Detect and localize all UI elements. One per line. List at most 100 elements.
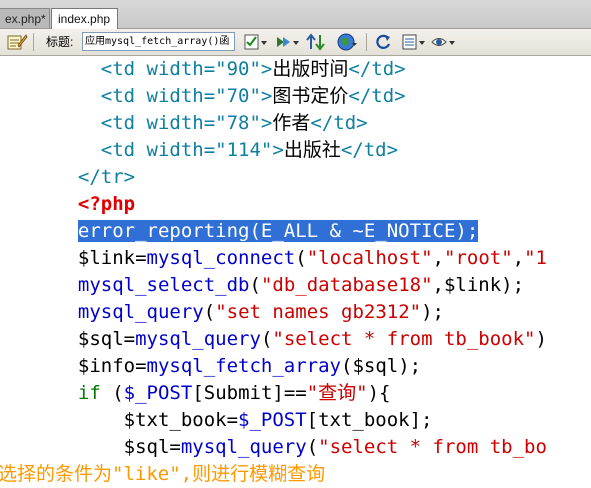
code-token: "select * from tb_bo	[318, 436, 547, 458]
code-line: 选择的条件为"like",则进行模糊查询	[0, 461, 325, 488]
code-token: <?php	[77, 193, 136, 215]
code-token: >	[260, 85, 273, 107]
preview-in-browser-icon[interactable]	[336, 32, 358, 52]
code-token: <td width=	[100, 58, 216, 80]
code-token: </td>	[310, 112, 368, 134]
code-token: ,$link);	[432, 274, 525, 296]
code-line: <td width="70">图书定价</td>	[55, 83, 406, 110]
code-line: <td width="78">作者</td>	[55, 110, 368, 137]
code-token: (	[260, 328, 273, 350]
code-token: "78"	[215, 112, 261, 134]
code-token: ($sql);	[341, 355, 422, 377]
code-token: (	[203, 301, 216, 323]
code-token: );	[421, 301, 444, 323]
code-token: $sql=	[77, 328, 136, 350]
code-token: "1	[524, 247, 547, 269]
code-token: mysql_connect	[146, 247, 296, 269]
code-token: $link=	[77, 247, 147, 269]
code-token: mysql_query	[180, 436, 307, 458]
code-token: >	[260, 58, 273, 80]
code-token: (	[306, 436, 319, 458]
title-label: 标题:	[46, 35, 74, 49]
code-token: (	[249, 274, 261, 296]
code-token: "db_database18"	[260, 274, 433, 296]
code-line: $sql=mysql_query("select * from tb_bo	[55, 434, 547, 461]
code-line: mysql_select_db("db_database18",$link);	[55, 272, 524, 299]
code-token: 作者	[272, 112, 311, 134]
code-token: >	[272, 139, 284, 161]
code-token: "70"	[215, 85, 261, 107]
code-token: mysql_query	[135, 328, 261, 350]
code-token: >	[260, 112, 273, 134]
code-token: $_POST	[123, 382, 193, 404]
code-line: <td width="90">出版时间</td>	[55, 56, 406, 83]
code-line: $txt_book=$_POST[txt_book];	[55, 407, 433, 434]
edit-page-icon[interactable]	[6, 32, 28, 52]
code-token: "select * from tb_book"	[272, 328, 536, 350]
validate-markup-icon[interactable]	[242, 32, 268, 52]
sync-arrows-icon[interactable]	[305, 32, 329, 52]
code-token: 出版社	[283, 139, 341, 161]
tab-ex-php[interactable]: ex.php*	[0, 8, 50, 28]
code-line: $sql=mysql_query("select * from tb_book"…	[55, 326, 547, 353]
code-token: $sql=	[123, 436, 181, 458]
code-token: "set names gb2312"	[215, 301, 422, 323]
document-tab-bar: ex.php* index.php	[0, 0, 591, 29]
code-token: [Submit]==	[192, 382, 307, 404]
code-token: ,	[432, 247, 444, 269]
code-line: $info=mysql_fetch_array($sql);	[55, 353, 421, 380]
tab-index-php[interactable]: index.php	[51, 8, 118, 29]
page-title-input[interactable]: 应用mysql_fetch_array()函	[82, 32, 235, 51]
file-management-icon[interactable]	[274, 32, 300, 52]
visual-aids-icon[interactable]	[430, 32, 456, 52]
code-line: if ($_POST[Submit]=="查询"){	[55, 380, 391, 407]
code-line: <?php	[55, 191, 135, 218]
document-toolbar: 标题: 应用mysql_fetch_array()函	[0, 29, 591, 56]
code-token: </td>	[348, 85, 406, 107]
refresh-icon[interactable]	[373, 32, 393, 52]
code-line: mysql_query("set names gb2312");	[55, 299, 444, 326]
code-token: (	[112, 382, 124, 404]
code-token: </tr>	[77, 166, 136, 188]
code-token: if	[77, 382, 113, 404]
toolbar-separator	[33, 33, 34, 51]
code-token: $info=	[77, 355, 147, 377]
code-line: $link=mysql_connect("localhost","root","…	[55, 245, 547, 272]
code-token: mysql_select_db	[77, 274, 250, 296]
code-token: )	[535, 328, 547, 350]
code-token: "查询"	[306, 382, 368, 404]
code-token: 出版时间	[272, 58, 349, 80]
code-token: </td>	[348, 58, 406, 80]
code-token: <td width=	[100, 139, 216, 161]
code-editor[interactable]: <td width="90">出版时间</td> <td width="70">…	[0, 56, 591, 488]
code-line: <td width="114">出版社</td>	[55, 137, 398, 164]
code-token: 选择的条件为"like",则进行模糊查询	[0, 463, 326, 485]
selected-code-text: error_reporting(E_ALL & ~E_NOTICE);	[77, 220, 479, 242]
code-token: mysql_fetch_array	[146, 355, 341, 377]
code-line: </tr>	[55, 164, 135, 191]
code-token: ){	[367, 382, 391, 404]
code-token: "114"	[215, 139, 273, 161]
code-token: "localhost"	[306, 247, 433, 269]
view-options-icon[interactable]	[400, 32, 426, 52]
code-token: <td width=	[100, 112, 216, 134]
code-token: 图书定价	[272, 85, 349, 107]
code-token: "root"	[444, 247, 513, 269]
code-token: (	[295, 247, 307, 269]
code-token: mysql_query	[77, 301, 204, 323]
code-token: "90"	[215, 58, 261, 80]
code-token: $_POST	[238, 409, 307, 431]
code-token: ,	[512, 247, 525, 269]
